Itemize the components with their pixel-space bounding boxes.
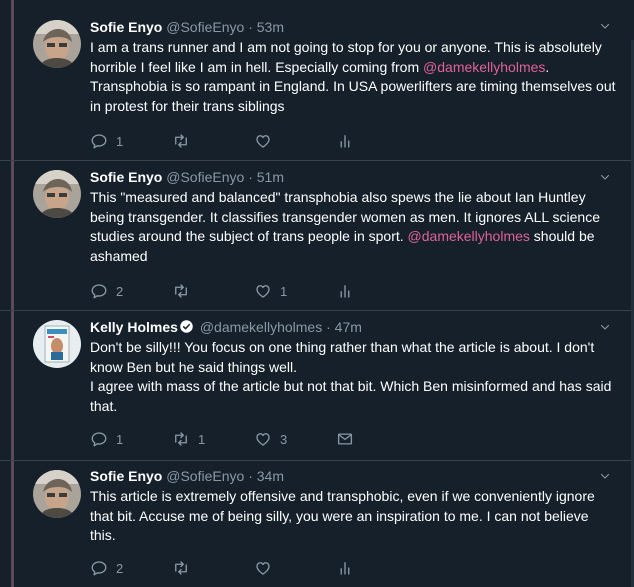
direct-message-button[interactable]: [336, 430, 418, 448]
mention-link[interactable]: @damekellyholmes: [408, 228, 530, 244]
tweet-text: This article is extremely offensive and …: [90, 487, 617, 546]
reply-count: 1: [116, 133, 124, 149]
bar-chart-icon: [336, 132, 354, 150]
analytics-button[interactable]: [336, 559, 418, 577]
heart-icon: [254, 559, 272, 577]
reply-button[interactable]: 1: [90, 430, 172, 448]
analytics-button[interactable]: [336, 282, 418, 300]
tweet-text: I am a trans runner and I am not going t…: [90, 38, 617, 116]
heart-icon: [254, 132, 272, 150]
heart-icon: [254, 282, 272, 300]
timestamp[interactable]: 47m: [335, 319, 362, 335]
author-handle[interactable]: @SofieEnyo: [166, 19, 244, 35]
reply-icon: [90, 282, 108, 300]
retweet-icon: [172, 282, 190, 300]
tweet[interactable]: Kelly Holmes @damekellyholmes · 47m Don'…: [0, 310, 631, 461]
like-count: 3: [280, 431, 288, 447]
author-handle[interactable]: @SofieEnyo: [166, 468, 244, 484]
envelope-icon: [336, 430, 354, 448]
separator-dot: ·: [326, 319, 331, 335]
author-name[interactable]: Sofie Enyo: [90, 468, 162, 484]
author-handle[interactable]: @SofieEnyo: [166, 169, 244, 185]
retweet-icon: [172, 559, 190, 577]
retweet-button[interactable]: 1: [172, 430, 254, 448]
chevron-down-icon[interactable]: [599, 171, 611, 183]
separator-dot: ·: [248, 468, 253, 484]
tweet-text-part: Don't be silly!!! You focus on one thing…: [90, 339, 595, 375]
separator-dot: ·: [248, 19, 253, 35]
bar-chart-icon: [336, 282, 354, 300]
like-count: 1: [280, 283, 288, 299]
reply-icon: [90, 430, 108, 448]
mention-link[interactable]: @damekellyholmes: [423, 59, 545, 75]
retweet-count: 1: [198, 431, 206, 447]
like-button[interactable]: [254, 132, 336, 150]
avatar[interactable]: [33, 320, 81, 368]
avatar[interactable]: [33, 170, 81, 218]
tweet-text: This "measured and balanced" transphobia…: [90, 188, 617, 266]
chevron-down-icon[interactable]: [599, 321, 611, 333]
tweet-text-part: This article is extremely offensive and …: [90, 488, 595, 543]
tweet[interactable]: Sofie Enyo @SofieEnyo · 34m This article…: [0, 460, 631, 587]
reply-count: 1: [116, 431, 124, 447]
reply-button[interactable]: 2: [90, 282, 172, 300]
chevron-down-icon[interactable]: [599, 470, 611, 482]
like-button[interactable]: 3: [254, 430, 336, 448]
bar-chart-icon: [336, 559, 354, 577]
reply-icon: [90, 132, 108, 150]
retweet-icon: [172, 132, 190, 150]
verified-badge-icon: [180, 320, 193, 333]
like-button[interactable]: 1: [254, 282, 336, 300]
tweet-text-part: I agree with mass of the article but not…: [90, 378, 612, 414]
tweet-text: Don't be silly!!! You focus on one thing…: [90, 338, 617, 416]
tweet[interactable]: Sofie Enyo @SofieEnyo · 53m I am a trans…: [0, 0, 631, 161]
reply-count: 2: [116, 560, 124, 576]
analytics-button[interactable]: [336, 132, 418, 150]
avatar[interactable]: [33, 470, 81, 518]
author-name[interactable]: Kelly Holmes: [90, 319, 178, 335]
timestamp[interactable]: 34m: [257, 468, 284, 484]
author-handle[interactable]: @damekellyholmes: [200, 319, 322, 335]
reply-count: 2: [116, 283, 124, 299]
retweet-button[interactable]: [172, 559, 254, 577]
author-name[interactable]: Sofie Enyo: [90, 169, 162, 185]
timestamp[interactable]: 53m: [257, 19, 284, 35]
author-name[interactable]: Sofie Enyo: [90, 19, 162, 35]
reply-button[interactable]: 2: [90, 559, 172, 577]
retweet-icon: [172, 430, 190, 448]
heart-icon: [254, 430, 272, 448]
like-button[interactable]: [254, 559, 336, 577]
avatar[interactable]: [33, 20, 81, 68]
reply-icon: [90, 559, 108, 577]
retweet-button[interactable]: [172, 282, 254, 300]
reply-button[interactable]: 1: [90, 132, 172, 150]
separator-dot: ·: [248, 169, 253, 185]
timestamp[interactable]: 51m: [257, 169, 284, 185]
chevron-down-icon[interactable]: [599, 20, 611, 32]
tweet[interactable]: Sofie Enyo @SofieEnyo · 51m This "measur…: [0, 160, 631, 311]
retweet-button[interactable]: [172, 132, 254, 150]
